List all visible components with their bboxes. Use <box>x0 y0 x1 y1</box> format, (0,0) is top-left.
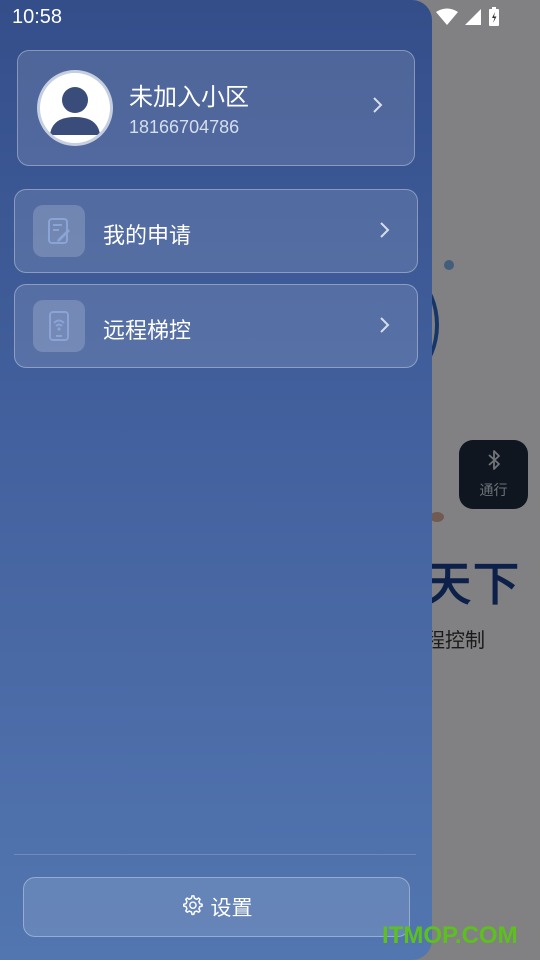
chevron-right-icon <box>372 95 384 120</box>
profile-name: 未加入小区 <box>129 83 249 111</box>
wifi-icon <box>436 8 458 30</box>
navigation-drawer: 未加入小区 18166704786 我的申请 远程梯控 设置 <box>0 0 432 960</box>
profile-card[interactable]: 未加入小区 18166704786 <box>17 50 415 166</box>
phone-wifi-icon <box>33 300 85 352</box>
gear-icon <box>181 894 203 920</box>
cellular-signal-icon <box>464 8 482 30</box>
edit-document-icon <box>33 205 85 257</box>
menu-item-label: 我的申请 <box>103 224 192 249</box>
profile-phone: 18166704786 <box>129 117 240 137</box>
menu-item-label: 远程梯控 <box>103 319 192 344</box>
user-avatar-icon <box>50 87 100 135</box>
battery-charging-icon <box>488 7 500 31</box>
settings-label: 设置 <box>210 896 253 920</box>
settings-button[interactable]: 设置 <box>23 877 410 937</box>
status-bar: 10:58 <box>0 0 540 36</box>
status-time: 10:58 <box>12 6 63 28</box>
menu-item-remote-elevator[interactable]: 远程梯控 <box>14 284 418 368</box>
watermark: ITMOP.COM <box>382 922 518 949</box>
menu-item-my-applications[interactable]: 我的申请 <box>14 189 418 273</box>
chevron-right-icon <box>379 220 391 245</box>
chevron-right-icon <box>379 315 391 340</box>
avatar <box>40 73 110 143</box>
divider <box>14 854 416 855</box>
